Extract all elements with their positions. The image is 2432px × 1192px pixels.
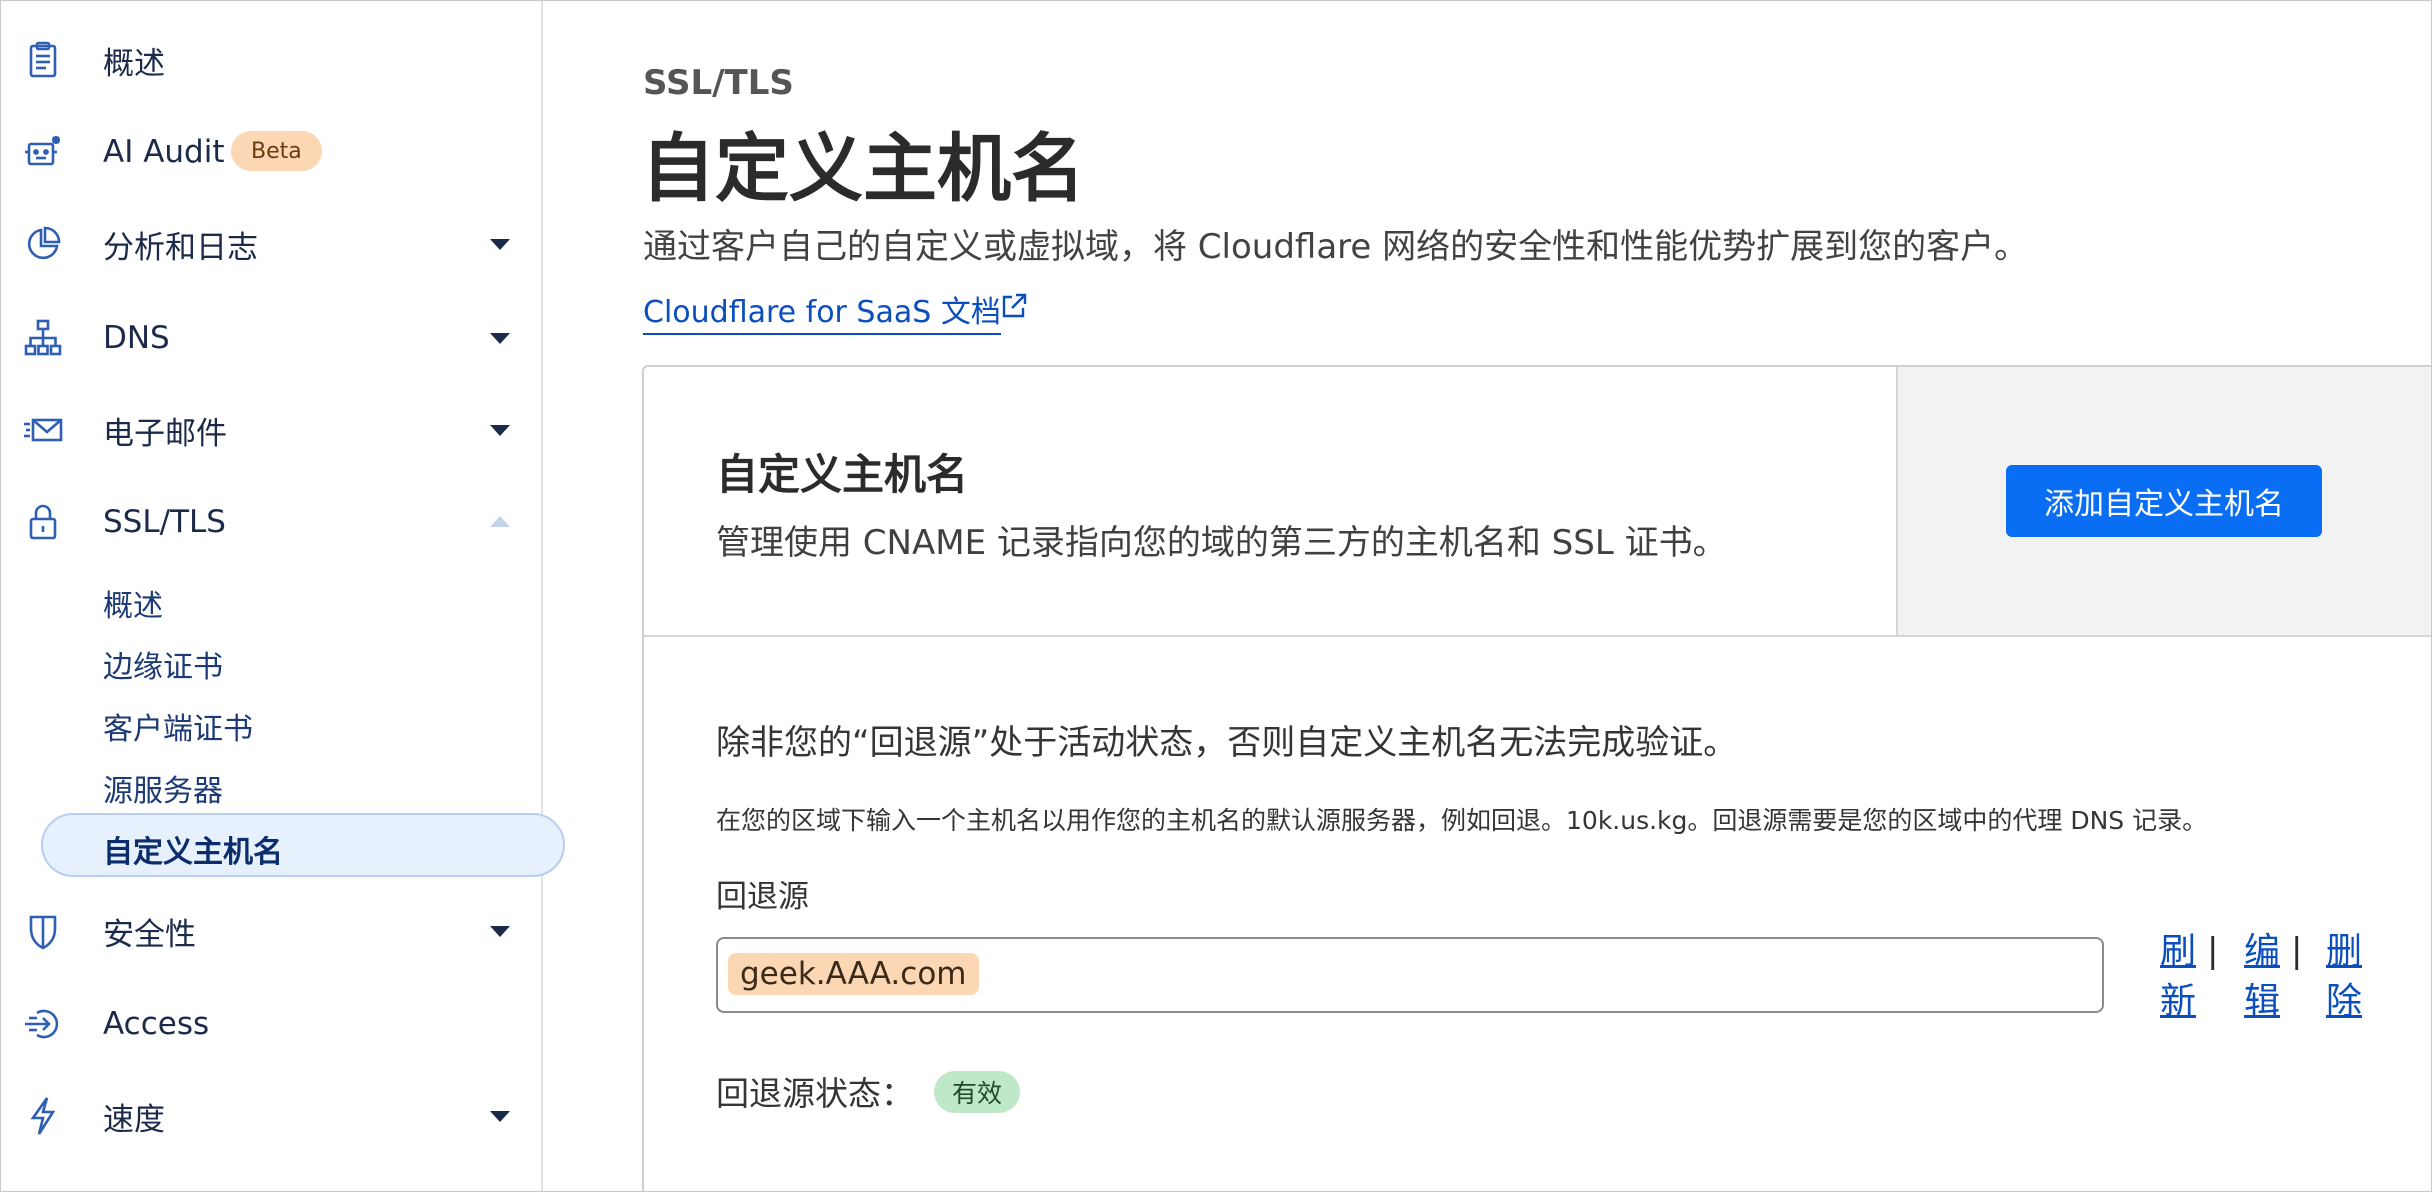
chevron-down-icon[interactable]	[489, 423, 511, 437]
breadcrumb[interactable]: SSL/TLS	[643, 63, 794, 103]
chevron-up-icon[interactable]	[489, 515, 511, 529]
sidebar-subitem-client-certificates[interactable]: 客户端证书	[103, 704, 253, 748]
docs-link[interactable]: Cloudflare for SaaS 文档	[643, 287, 1001, 335]
sitemap-icon	[21, 316, 65, 360]
action-separator: |	[2207, 931, 2219, 971]
sidebar-item-dns[interactable]: DNS	[1, 303, 541, 373]
sidebar-item-analytics[interactable]: 分析和日志	[1, 209, 541, 279]
sidebar-item-label: 概述	[103, 45, 165, 82]
edit-link[interactable]: 编辑	[2243, 927, 2281, 1027]
chevron-down-icon[interactable]	[489, 331, 511, 345]
sidebar: 概述 AI Audit Beta 分析和日志 DNS 电子邮件 SSL/TLS …	[1, 1, 565, 1191]
app-window: 概述 AI Audit Beta 分析和日志 DNS 电子邮件 SSL/TLS …	[0, 0, 2432, 1192]
status-badge: 有效	[934, 1071, 1021, 1113]
chevron-down-icon[interactable]	[489, 237, 511, 251]
action-separator: |	[2291, 931, 2303, 971]
beta-badge: Beta	[231, 131, 322, 171]
sidebar-subitem-origin-server[interactable]: 源服务器	[103, 766, 223, 810]
sidebar-item-label: DNS	[103, 320, 170, 356]
sidebar-subitem-overview[interactable]: 概述	[103, 581, 163, 625]
lightning-icon	[21, 1094, 65, 1138]
chevron-down-icon[interactable]	[489, 924, 511, 938]
page-title: 自定义主机名	[641, 126, 1085, 212]
sidebar-item-label: 分析和日志	[103, 229, 258, 266]
sidebar-item-security[interactable]: 安全性	[1, 896, 541, 966]
fallback-status-label: 回退源状态：	[716, 1074, 914, 1113]
sidebar-subitem-edge-certificates[interactable]: 边缘证书	[103, 642, 223, 686]
clipboard-icon	[21, 38, 65, 82]
sidebar-item-access[interactable]: Access	[1, 989, 541, 1059]
sidebar-item-label: SSL/TLS	[103, 504, 226, 540]
sidebar-item-speed[interactable]: 速度	[1, 1081, 541, 1151]
sidebar-item-email[interactable]: 电子邮件	[1, 395, 541, 465]
robot-icon	[21, 130, 65, 174]
fallback-origin-field[interactable]: geek.AAA.com	[716, 937, 2104, 1013]
refresh-link[interactable]: 刷新	[2159, 927, 2197, 1027]
sidebar-item-overview[interactable]: 概述	[1, 25, 541, 95]
shield-icon	[21, 909, 65, 953]
sidebar-item-ssl-tls[interactable]: SSL/TLS	[1, 487, 541, 557]
delete-link[interactable]: 删除	[2325, 927, 2363, 1027]
sidebar-subitem-label-active: 自定义主机名	[103, 835, 283, 870]
lock-icon	[21, 500, 65, 544]
card-title: 自定义主机名	[716, 450, 969, 499]
card-description: 管理使用 CNAME 记录指向您的域的第三方的主机名和 SSL 证书。	[716, 523, 1727, 563]
card-header: 自定义主机名 管理使用 CNAME 记录指向您的域的第三方的主机名和 SSL 证…	[644, 367, 2431, 637]
fallback-origin-value: geek.AAA.com	[728, 953, 979, 995]
sidebar-item-label: 电子邮件	[103, 415, 227, 452]
sidebar-item-label: Access	[103, 1006, 210, 1042]
fallback-origin-label: 回退源	[716, 879, 809, 915]
fallback-hint: 在您的区域下输入一个主机名以用作您的主机名的默认源服务器，例如回退。10k.us…	[716, 806, 2208, 835]
fallback-warning: 除非您的“回退源”处于活动状态，否则自定义主机名无法完成验证。	[716, 723, 1738, 763]
pie-chart-icon	[21, 222, 65, 266]
sidebar-item-label: 速度	[103, 1101, 165, 1138]
page-description: 通过客户自己的自定义或虚拟域，将 Cloudflare 网络的安全性和性能优势扩…	[643, 227, 2029, 267]
add-custom-hostname-button[interactable]: 添加自定义主机名	[2006, 465, 2322, 537]
sidebar-item-label: AI Audit	[103, 134, 225, 170]
email-icon	[21, 408, 65, 452]
external-link-icon[interactable]	[999, 291, 1029, 321]
sidebar-item-label: 安全性	[103, 916, 196, 953]
access-icon	[21, 1002, 65, 1046]
chevron-down-icon[interactable]	[489, 1109, 511, 1123]
custom-hostnames-card: 自定义主机名 管理使用 CNAME 记录指向您的域的第三方的主机名和 SSL 证…	[642, 365, 2431, 1191]
